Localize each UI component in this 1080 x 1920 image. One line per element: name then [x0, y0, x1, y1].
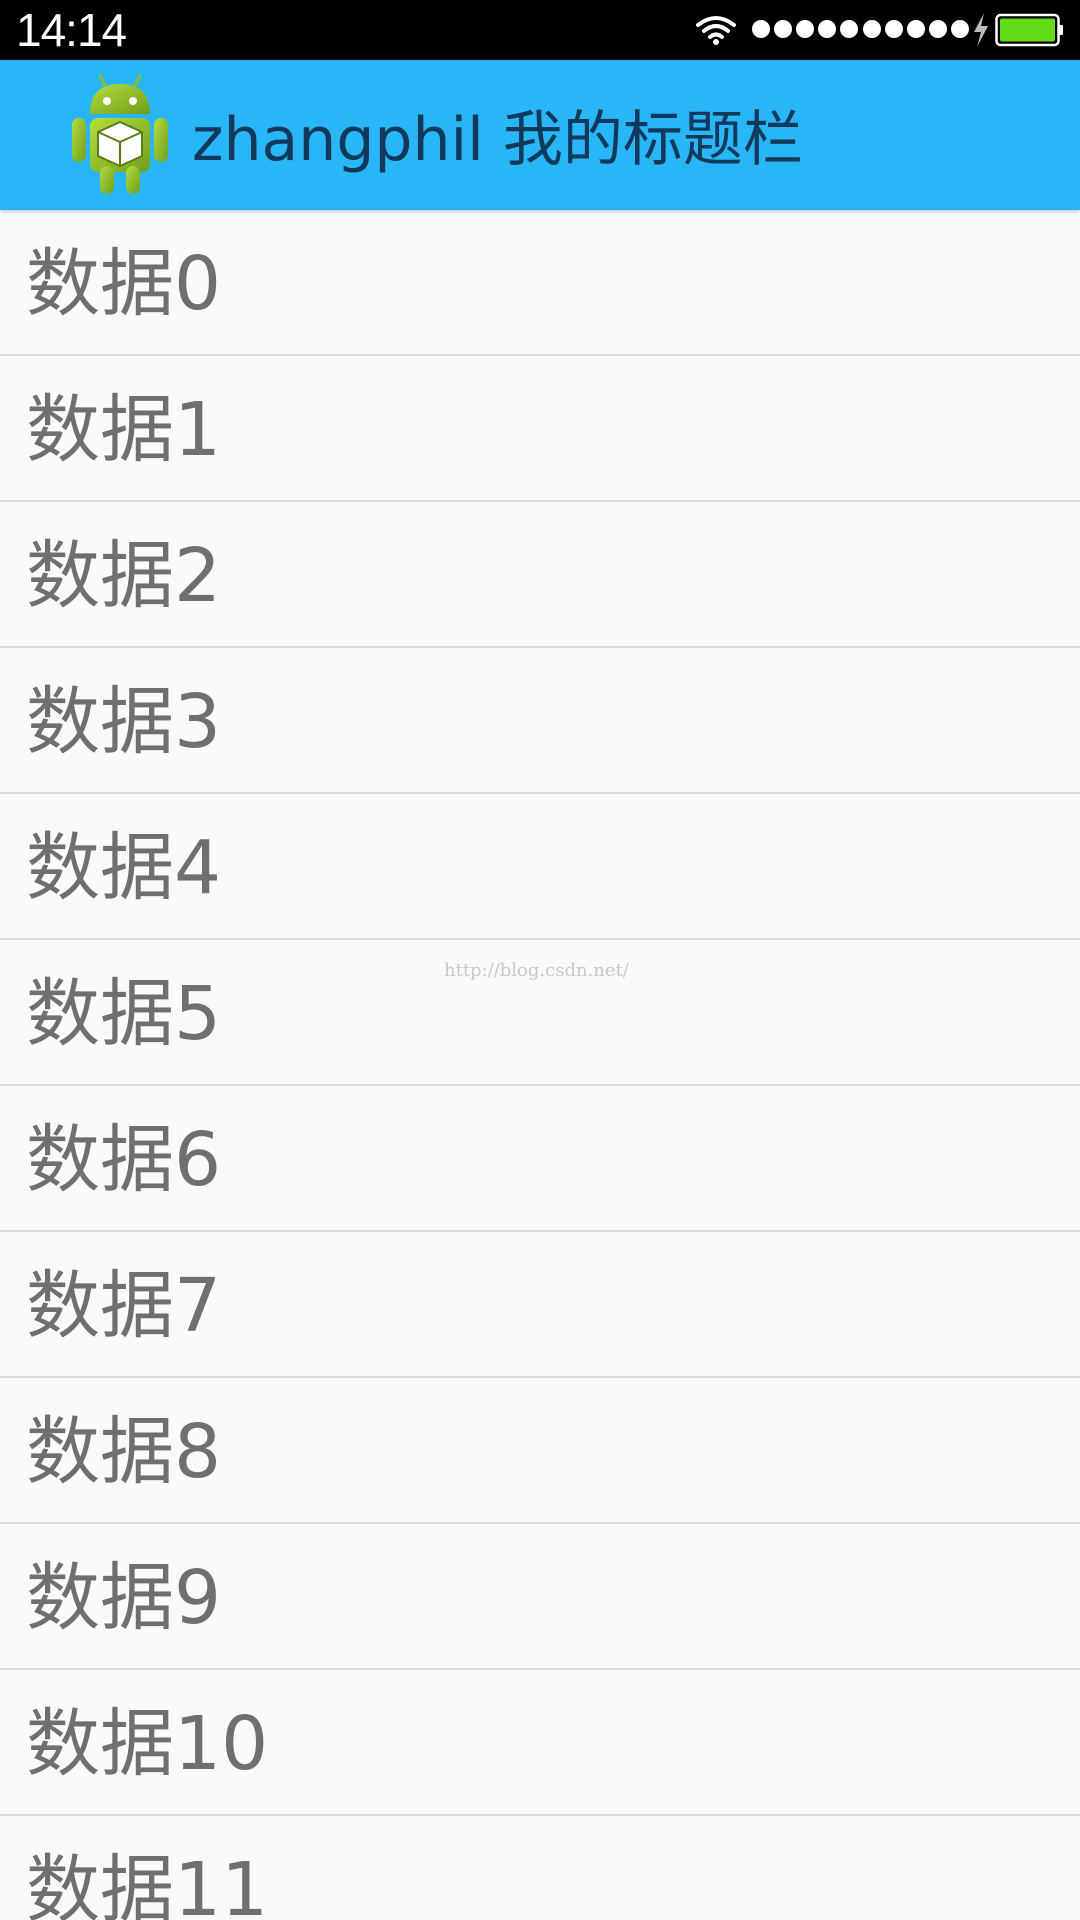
- list-item-label: 数据3: [26, 679, 222, 765]
- list-item[interactable]: 数据8: [0, 1378, 1080, 1524]
- list-item-label: 数据8: [26, 1409, 222, 1495]
- list-item[interactable]: 数据9: [0, 1524, 1080, 1670]
- bolt-icon: [974, 13, 988, 47]
- status-bar: 14:14: [0, 0, 1080, 60]
- list-item-label: 数据2: [26, 533, 222, 619]
- android-logo-icon: [72, 74, 168, 194]
- list-item-label: 数据11: [26, 1847, 269, 1920]
- list-item[interactable]: 数据4: [0, 794, 1080, 940]
- list-item-label: 数据0: [26, 241, 222, 327]
- wifi-icon: [696, 16, 736, 45]
- battery-icon: [995, 13, 1063, 47]
- list-item-label: 数据1: [26, 387, 222, 473]
- list-item[interactable]: 数据7: [0, 1232, 1080, 1378]
- list-item[interactable]: 数据3: [0, 648, 1080, 794]
- signal-dots-icon: [863, 20, 969, 40]
- signal-dots-icon: [752, 20, 858, 40]
- list-item-label: 数据10: [26, 1701, 269, 1787]
- list-item[interactable]: 数据11: [0, 1816, 1080, 1920]
- list-item[interactable]: 数据2: [0, 502, 1080, 648]
- list-item-label: 数据9: [26, 1555, 222, 1641]
- list-item-label: 数据4: [26, 825, 222, 911]
- list-item[interactable]: 数据10: [0, 1670, 1080, 1816]
- list-item-label: 数据5: [26, 971, 222, 1057]
- data-list[interactable]: 数据0 数据1 数据2 数据3 数据4 数据5 数据6 数据7 数据8 数据9 …: [0, 210, 1080, 1920]
- app-title: zhangphil 我的标题栏: [192, 105, 803, 175]
- app-screen: 14:14 zhangphil 我的标题栏 数据0 数据1 数据2 数据3 数据…: [0, 0, 1080, 1920]
- list-item-label: 数据6: [26, 1117, 222, 1203]
- status-time: 14:14: [16, 4, 127, 56]
- list-item-label: 数据7: [26, 1263, 222, 1349]
- watermark-text: http://blog.csdn.net/: [444, 960, 629, 981]
- list-item[interactable]: 数据0: [0, 210, 1080, 356]
- list-item[interactable]: 数据1: [0, 356, 1080, 502]
- list-item[interactable]: 数据6: [0, 1086, 1080, 1232]
- app-bar: zhangphil 我的标题栏: [0, 60, 1080, 210]
